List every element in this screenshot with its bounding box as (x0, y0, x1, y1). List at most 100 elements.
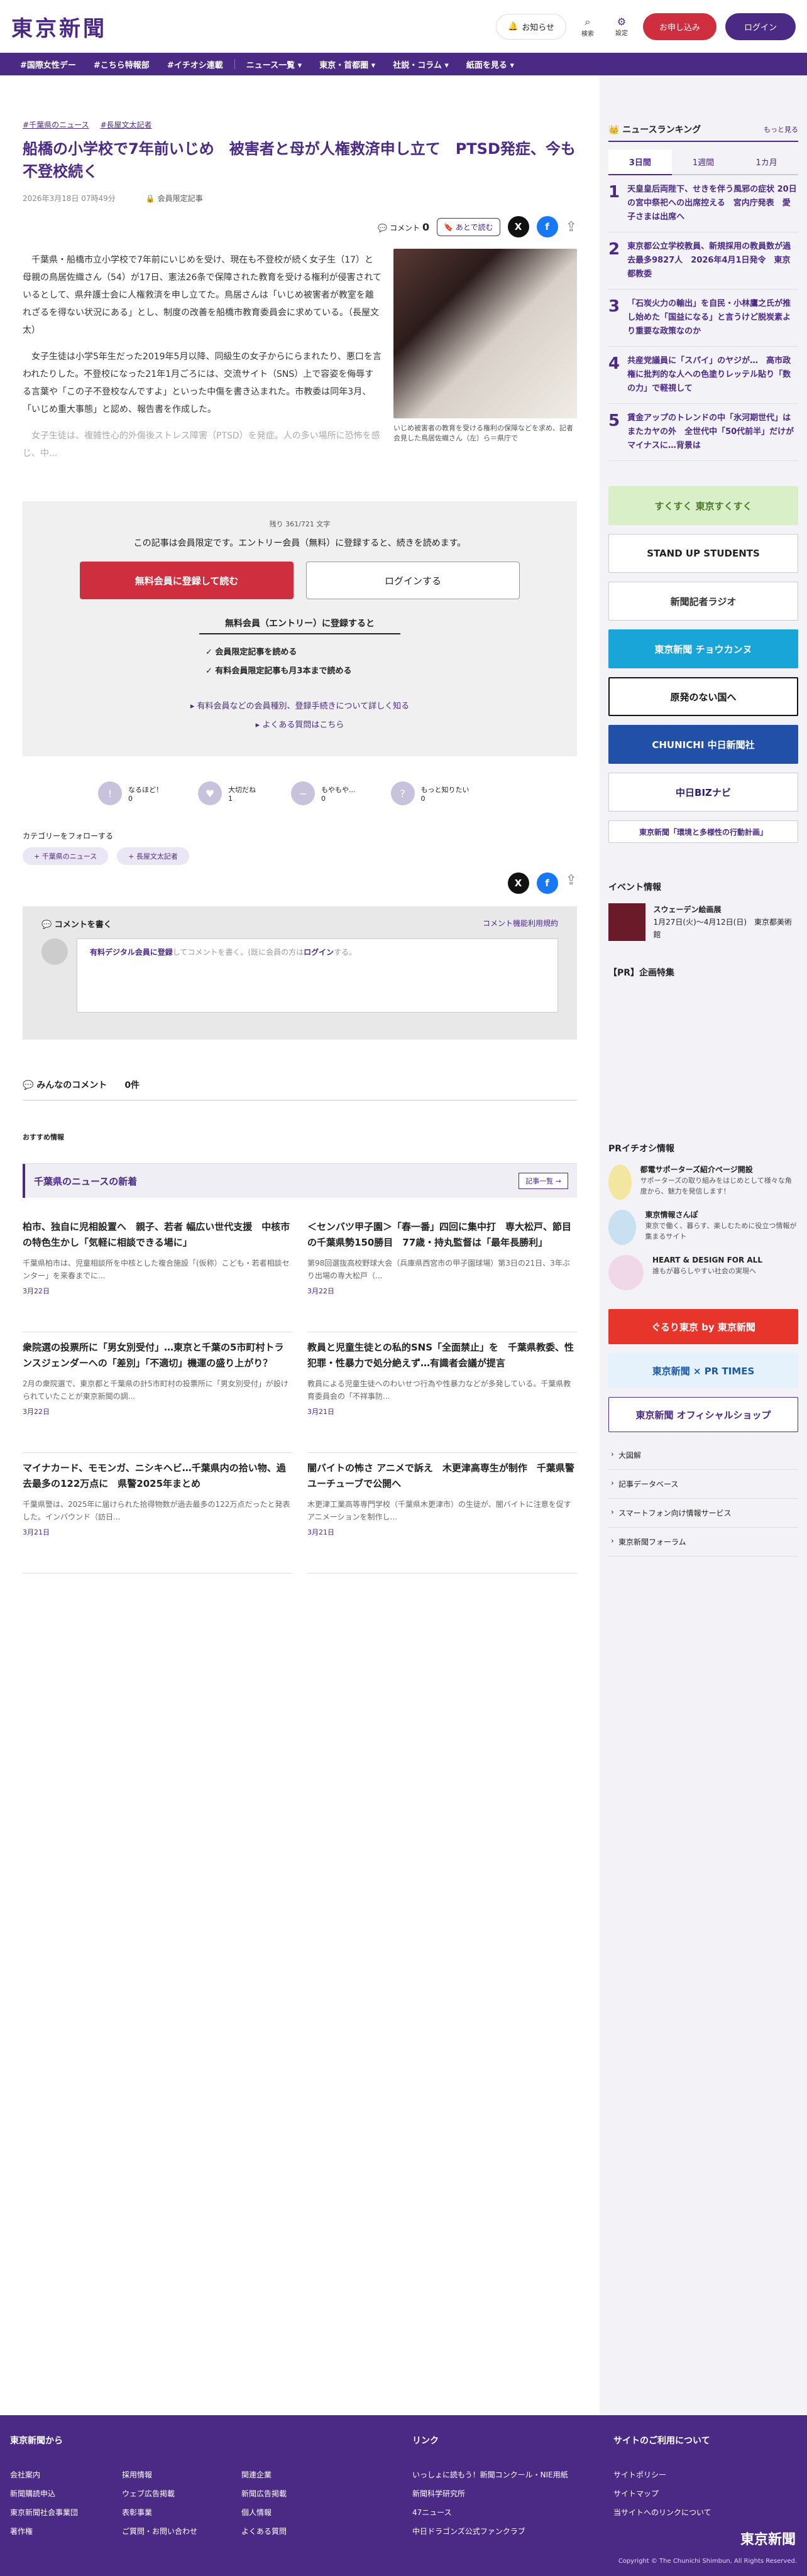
comment-count[interactable]: 💬 コメント 0 (378, 221, 429, 233)
follow-chip[interactable]: + 千葉県のニュース (23, 847, 109, 865)
login-button[interactable]: ログイン (725, 13, 796, 40)
news-item[interactable]: マイナカード、モモンガ、ニシキヘビ…千葉県内の拾い物、過去最多の122万点に 県… (23, 1453, 292, 1573)
footer-link[interactable]: いっしょに読もう！新聞コンクール・NIE用紙 (412, 2465, 613, 2484)
nav-item[interactable]: 紙面を見る ▾ (458, 58, 523, 70)
article-list-link[interactable]: 記事一覧 → (519, 1173, 568, 1189)
reaction-button[interactable]: ? もっと知りたい 0 (390, 781, 469, 805)
footer-link[interactable]: よくある質問 (241, 2522, 287, 2541)
footer-link[interactable]: 個人情報 (241, 2503, 287, 2522)
ranking-item[interactable]: 1 天皇皇后両陛下、せきを伴う風邪の症状 20日の宮中祭祀への出席控える 宮内庁発… (608, 175, 798, 232)
site-logo[interactable]: 東京新聞 (11, 11, 107, 42)
sidebar-link[interactable]: 大図解 (608, 1441, 798, 1470)
banner-biz-navi[interactable]: 中日BIZナビ (608, 773, 798, 812)
footer-link[interactable]: 中日ドラゴンズ公式ファンクラブ (412, 2522, 613, 2541)
banner-genpatsu[interactable]: 原発のない国へ (608, 677, 798, 716)
tag-link[interactable]: #千葉県のニュース (23, 119, 89, 130)
footer-link[interactable]: 著作権 (10, 2522, 78, 2541)
notification-button[interactable]: 🔔 お知らせ (496, 13, 566, 40)
banner-diversity[interactable]: 東京新聞「環境と多様性の行動計画」 (608, 820, 798, 843)
login-link[interactable]: ログイン (304, 948, 334, 957)
comment-input[interactable]: 有料デジタル会員に登録してコメントを書く。(既に会員の方はログインする。 (77, 938, 558, 1013)
follow-chip[interactable]: + 長屋文太記者 (117, 847, 189, 865)
event-item[interactable]: スウェーデン絵画展 1月27日(火)〜4月12日(日) 東京都美術館 (608, 903, 798, 941)
banner-gururi[interactable]: ぐるり東京 by 東京新聞 (608, 1309, 798, 1344)
pr-item[interactable]: 東京情報さんぽ 東京で働く、暮らす、楽しむために役立つ情報が集まるサイト (608, 1210, 798, 1245)
footer-link[interactable]: サイトポリシー (613, 2465, 796, 2484)
footer-link[interactable]: 新聞購読申込 (10, 2484, 78, 2503)
ranking-item[interactable]: 5 賃金アップのトレンドの中「氷河期世代」はまたカヤの外 全世代中「50代前半」だ… (608, 404, 798, 461)
article-photo[interactable] (393, 249, 577, 418)
facebook-share-icon[interactable]: f (536, 872, 558, 894)
footer-link[interactable]: ご質問・お問い合わせ (122, 2522, 197, 2541)
banner-chokanu[interactable]: 東京新聞 チョウカンヌ (608, 629, 798, 668)
search-button[interactable]: ⌕ 検索 (575, 16, 600, 38)
footer-link[interactable]: 表彰事業 (122, 2503, 197, 2522)
news-item[interactable]: 柏市、独自に児相設置へ 親子、若者 幅広い世代支援 中核市の特色生かし「気軽に相… (23, 1212, 292, 1332)
pr-item-desc: サポーターズの取り組みをはじめとして様々な角度から、魅力を発信します！ (640, 1177, 792, 1195)
nav-item[interactable]: #こちら特報部 (85, 58, 158, 70)
banner-prtimes[interactable]: 東京新聞 × PR TIMES (608, 1353, 798, 1388)
footer-link[interactable]: 新聞広告掲載 (241, 2484, 287, 2503)
banner-shop[interactable]: 東京新聞 オフィシャルショップ (608, 1397, 798, 1432)
nav-item[interactable]: #国際女性デー (11, 58, 85, 70)
register-button[interactable]: 無料会員に登録して読む (80, 562, 294, 599)
footer-link[interactable]: 採用情報 (122, 2465, 197, 2484)
banner-sukusuku[interactable]: すくすく 東京すくすく (608, 486, 798, 525)
news-item[interactable]: 闇バイトの怖さ アニメで訴え 木更津高専生が制作 千葉県警ユーチューブで公開へ木… (307, 1453, 577, 1573)
reaction-button[interactable]: ~ もやもや... 0 (291, 781, 356, 805)
settings-button[interactable]: ⚙ 設定 (609, 16, 634, 37)
news-item[interactable]: 衆院選の投票所に「男女別受付」…東京と千葉の5市町村トランスジェンダーへの「差別… (23, 1332, 292, 1453)
footer-link[interactable]: 関連企業 (241, 2465, 287, 2484)
ranking-item[interactable]: 2 東京都公立学校教員、新規採用の教員数が過去最多9827人 2026年4月1日発… (608, 232, 798, 290)
read-later-button[interactable]: 🔖 あとで読む (437, 217, 500, 236)
share-icon[interactable]: ⇪ (566, 219, 577, 235)
comment-icon: 💬 (378, 223, 388, 232)
ranking-item[interactable]: 3 「石炭火力の輸出」を自民・小林鷹之氏が推し始めた「国益になる」と言うけど脱炭素… (608, 290, 798, 347)
reaction-count: 0 (128, 794, 133, 803)
pr-item[interactable]: 都電サポーターズ紹介ページ開設 サポーターズの取り組みをはじめとして様々な角度から… (608, 1165, 798, 1200)
nav-item[interactable]: 東京・首都圏 ▾ (310, 58, 384, 70)
tab-3days[interactable]: 3日間 (608, 149, 672, 175)
sidebar-link[interactable]: 東京新聞フォーラム (608, 1528, 798, 1557)
news-item[interactable]: ＜センバツ甲子園＞「春一番」四回に集中打 専大松戸、節目の千葉県勢150勝目 7… (307, 1212, 577, 1332)
reaction-button[interactable]: ♥ 大切だね 1 (198, 781, 256, 805)
rank-number: 3 (608, 297, 620, 316)
reaction-button[interactable]: ! なるほど！ 0 (98, 781, 163, 805)
banner-stand-up-students[interactable]: STAND UP STUDENTS (608, 534, 798, 573)
footer-link[interactable]: サイトマップ (613, 2484, 796, 2503)
footer-link[interactable]: ウェブ広告掲載 (122, 2484, 197, 2503)
nav-item[interactable]: 社説・コラム ▾ (384, 58, 458, 70)
footer-heading: サイトのご利用について (613, 2436, 710, 2446)
apply-button[interactable]: お申し込み (642, 13, 716, 40)
comment-rules-link[interactable]: コメント機能利用規約 (483, 918, 558, 930)
tab-1week[interactable]: 1週間 (671, 149, 735, 175)
share-icon[interactable]: ⇪ (566, 872, 577, 894)
nav-item[interactable]: ニュース一覧 ▾ (238, 58, 310, 70)
tab-1month[interactable]: 1カ月 (735, 149, 799, 175)
banner-chunichi[interactable]: CHUNICHI 中日新聞社 (608, 725, 798, 764)
membership-info-link[interactable]: ▸ 有料会員などの会員種別、登録手続きについて詳しく知る (45, 697, 554, 716)
ranking-more-link[interactable]: もっと見る (764, 124, 798, 134)
pr-item[interactable]: HEART & DESIGN FOR ALL 誰もが暮らしやすい社会の実現へ (608, 1255, 798, 1290)
footer-link[interactable]: 当サイトへのリンクについて (613, 2503, 796, 2522)
x-share-icon[interactable]: X (507, 216, 529, 237)
facebook-share-icon[interactable]: f (536, 216, 558, 237)
news-item[interactable]: 教員と児童生徒との私的SNS「全面禁止」を 千葉県教委、性犯罪・性暴力で処分絶え… (307, 1332, 577, 1453)
footer-link[interactable]: 47ニュース (412, 2503, 613, 2522)
paywall-login-button[interactable]: ログインする (306, 562, 520, 599)
banner-podcast[interactable]: 新聞記者ラジオ (608, 582, 798, 621)
footer-link[interactable]: 東京新聞社会事業団 (10, 2503, 78, 2522)
event-thumbnail (608, 903, 646, 941)
nav-item[interactable]: #イチオシ連載 (158, 58, 232, 70)
faq-link[interactable]: ▸ よくある質問はこちら (45, 716, 554, 735)
footer-link[interactable]: 会社案内 (10, 2465, 78, 2484)
ranking-item[interactable]: 4 共産党議員に「スパイ」のヤジが… 高市政権に批判的な人への色塗りレッテル貼り「… (608, 347, 798, 404)
register-link[interactable]: 有料デジタル会員に登録 (90, 948, 173, 957)
tag-link[interactable]: #長屋文太記者 (100, 119, 151, 130)
x-share-icon[interactable]: X (507, 872, 529, 894)
sidebar-link[interactable]: 記事データベース (608, 1470, 798, 1499)
article-paragraph: 千葉県・船橋市立小学校で7年前にいじめを受け、現在も不登校が続く女子生（17）と… (23, 255, 382, 335)
sidebar-link[interactable]: スマートフォン向け情報サービス (608, 1499, 798, 1528)
footer-logo: 東京新聞 (740, 2531, 796, 2548)
footer-link[interactable]: 新聞科学研究所 (412, 2484, 613, 2503)
